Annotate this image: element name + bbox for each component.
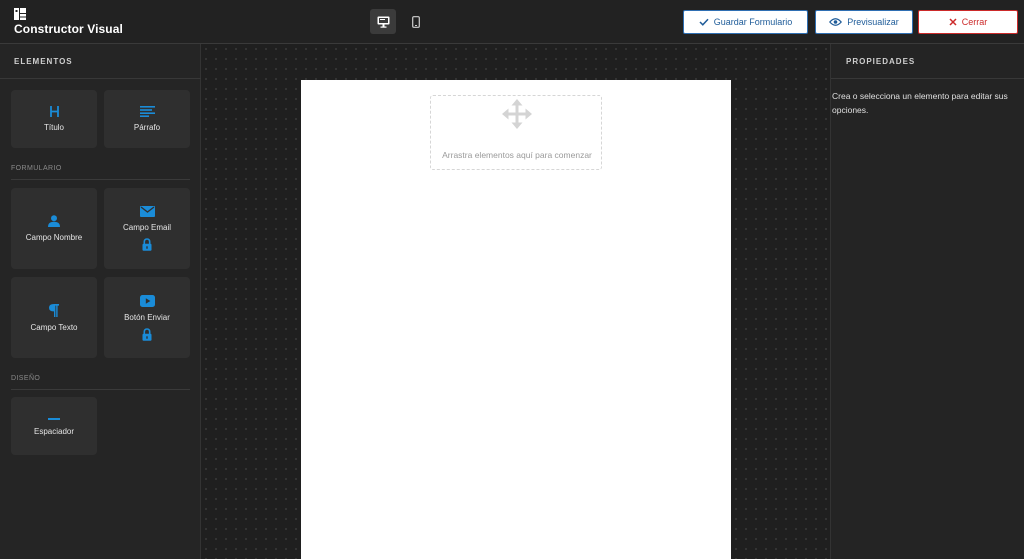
check-icon (699, 18, 709, 26)
preview-button[interactable]: Previsualizar (815, 10, 913, 34)
element-tile-label: Campo Email (122, 223, 171, 232)
elements-sidebar: ELEMENTOS Título Párrafo FORMULARIO Camp… (0, 44, 201, 559)
user-icon (48, 215, 60, 227)
element-tile-espaciador[interactable]: Espaciador (11, 397, 97, 455)
form-page[interactable]: Arrastra elementos aquí para comenzar (301, 80, 731, 559)
divider (831, 78, 1024, 79)
properties-empty-message: Crea o selecciona un elemento para edita… (832, 91, 1008, 115)
element-tile-campo-texto[interactable]: Campo Texto (11, 277, 97, 358)
desktop-view-toggle[interactable] (370, 9, 396, 34)
heading-icon (49, 106, 59, 117)
preview-label: Previsualizar (847, 17, 899, 27)
close-label: Cerrar (961, 17, 988, 27)
element-tile-label: Campo Nombre (25, 233, 83, 242)
brand: Constructor Visual (14, 8, 123, 36)
element-tile-campo-nombre[interactable]: Campo Nombre (11, 188, 97, 269)
drop-zone[interactable]: Arrastra elementos aquí para comenzar (430, 95, 602, 170)
builder-logo-icon (14, 8, 26, 20)
element-tile-parrafo[interactable]: Párrafo (104, 90, 190, 148)
section-title-diseno: DISEÑO (11, 375, 41, 382)
close-icon (949, 18, 957, 26)
save-form-label: Guardar Formulario (713, 17, 793, 27)
phone-icon (412, 15, 420, 28)
app-title: Constructor Visual (14, 22, 123, 36)
save-form-button[interactable]: Guardar Formulario (683, 10, 808, 34)
drop-zone-hint: Arrastra elementos aquí para comenzar (442, 150, 592, 160)
mobile-view-toggle[interactable] (403, 9, 429, 34)
lock-icon (142, 327, 152, 341)
elements-heading: ELEMENTOS (14, 57, 73, 66)
divider (11, 179, 190, 180)
properties-panel: PROPIEDADES Crea o selecciona un element… (830, 44, 1024, 559)
element-tile-label: Botón Enviar (124, 312, 170, 322)
play-button-icon (139, 294, 155, 307)
paragraph-lines-icon (139, 106, 155, 117)
pilcrow-icon (49, 303, 59, 317)
element-tile-label: Campo Texto (30, 322, 78, 332)
properties-heading: PROPIEDADES (846, 57, 916, 66)
spacer-icon (48, 417, 60, 420)
close-button[interactable]: Cerrar (918, 10, 1018, 34)
divider (11, 389, 190, 390)
element-tile-label: Espaciador (33, 426, 75, 436)
top-bar: Constructor Visual Guardar Formulario Pr… (0, 0, 1024, 44)
element-tile-titulo[interactable]: Título (11, 90, 97, 148)
monitor-icon (377, 16, 389, 28)
divider (0, 78, 201, 79)
move-arrows-icon (502, 99, 532, 129)
lock-icon (142, 238, 152, 251)
builder-canvas: Arrastra elementos aquí para comenzar (201, 44, 830, 559)
element-tile-label: Título (43, 123, 64, 132)
element-tile-boton-enviar[interactable]: Botón Enviar (104, 277, 190, 358)
envelope-icon (139, 206, 155, 217)
element-tile-label: Párrafo (133, 123, 161, 132)
section-title-formulario: FORMULARIO (11, 165, 62, 172)
eye-icon (829, 18, 843, 26)
element-tile-campo-email[interactable]: Campo Email (104, 188, 190, 269)
